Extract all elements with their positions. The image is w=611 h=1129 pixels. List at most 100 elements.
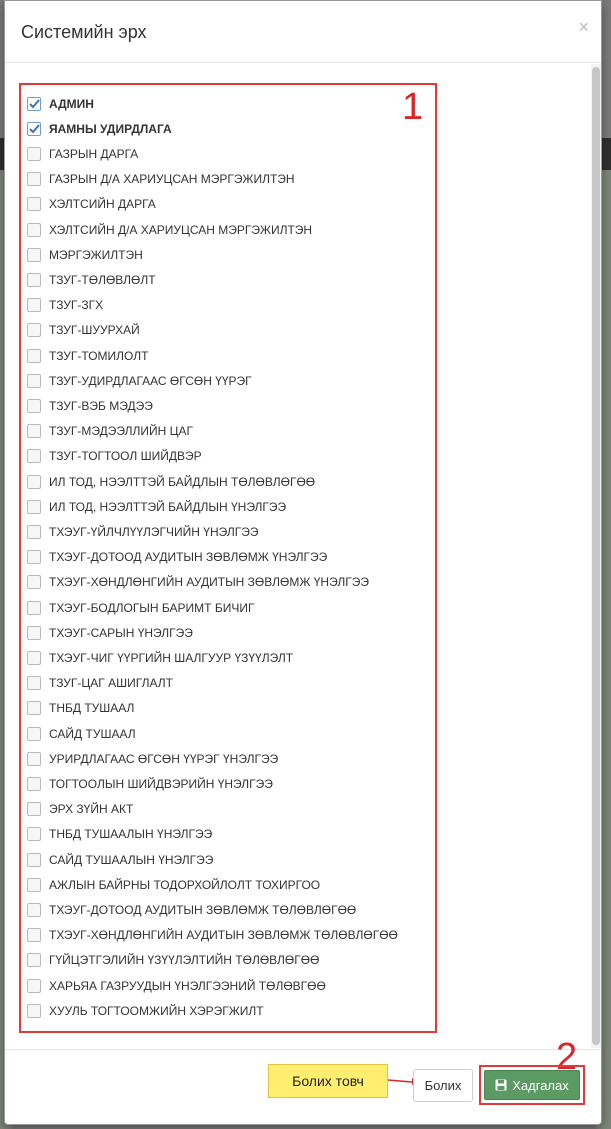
system-rights-modal: Системийн эрх × АДМИН ЯАМНЫ УДИРДЛАГА ГАЗР… [4,0,602,1125]
role-item[interactable]: ТЗУГ-ЦАГ АШИГЛАЛТ [27,671,173,696]
checkbox-unchecked[interactable] [27,676,41,691]
checkbox-unchecked[interactable] [27,978,41,993]
role-label: САЙД ТУШААЛЫН ҮНЭЛГЭЭ [49,852,214,867]
checkbox-unchecked[interactable] [27,197,41,212]
checkbox-unchecked[interactable] [27,1003,41,1018]
checkbox-unchecked[interactable] [27,751,41,766]
role-label: ТЗУГ-ТӨЛӨВЛӨЛТ [49,272,156,287]
checkbox-unchecked[interactable] [27,172,41,187]
role-label: ТХЭУГ-САРЫН ҮНЭЛГЭЭ [49,625,193,640]
role-item[interactable]: ТНБД ТУШААЛ [27,696,134,721]
role-item[interactable]: ТЗУГ-МЭДЭЭЛЛИЙН ЦАГ [27,419,193,444]
checkbox-unchecked[interactable] [27,550,41,565]
checkbox-unchecked[interactable] [27,524,41,539]
checkbox-unchecked[interactable] [27,625,41,640]
role-label: ТЗУГ-ТОМИЛОЛТ [49,348,149,363]
role-label: ТЗУГ-ЗГХ [49,298,104,313]
role-item[interactable]: ТЗУГ-УДИРДЛАГААС ӨГСӨН ҮҮРЭГ [27,368,252,393]
checkbox-unchecked[interactable] [27,701,41,716]
role-item[interactable]: ТХЭУГ-ХӨНДЛӨНГИЙН АУДИТЫН ЗӨВЛӨМЖ ТӨЛӨВЛ… [27,923,398,948]
checkbox-unchecked[interactable] [27,146,41,161]
checkbox-unchecked[interactable] [27,424,41,439]
role-label: ЭРХ ЗҮЙН АКТ [49,802,134,817]
checkbox-checked[interactable] [27,121,41,136]
modal-title: Системийн эрх [21,22,147,42]
role-item[interactable]: САЙД ТУШААЛ [27,721,136,746]
checkbox-unchecked[interactable] [27,449,41,464]
role-item[interactable]: ГАЗРЫН Д/А ХАРИУЦСАН МЭРГЭЖИЛТЭН [27,167,295,192]
role-item[interactable]: ТХЭУГ-ДОТООД АУДИТЫН ЗӨВЛӨМЖ ТӨЛӨВЛӨГӨӨ [27,897,356,922]
cancel-button[interactable]: Болих [413,1069,473,1102]
role-item[interactable]: УРИРДЛАГААС ӨГСӨН ҮҮРЭГ ҮНЭЛГЭЭ [27,746,278,771]
role-label: ТХЭУГ-ҮЙЛЧЛҮҮЛЭГЧИЙН ҮНЭЛГЭЭ [49,524,259,539]
role-label: ЯАМНЫ УДИРДЛАГА [49,121,172,136]
role-item[interactable]: ТЗУГ-ШУУРХАЙ [27,318,140,343]
role-item[interactable]: ТХЭУГ-БОДЛОГЫН БАРИМТ БИЧИГ [27,595,254,620]
checkbox-unchecked[interactable] [27,247,41,262]
role-item[interactable]: ТОГТООЛЫН ШИЙДВЭРИЙН ҮНЭЛГЭЭ [27,771,273,796]
checkbox-unchecked[interactable] [27,726,41,741]
close-icon[interactable]: × [578,17,589,38]
scrollbar-thumb[interactable] [592,67,600,1045]
role-item[interactable]: ЭРХ ЗҮЙН АКТ [27,797,133,822]
role-item[interactable]: ТЗУГ-ЗГХ [27,293,103,318]
role-item[interactable]: ИЛ ТОД, НЭЭЛТТЭЙ БАЙДЛЫН ТӨЛӨВЛӨГӨӨ [27,469,315,494]
checkbox-unchecked[interactable] [27,827,41,842]
checkbox-unchecked[interactable] [27,902,41,917]
save-button[interactable]: Хадгалах [484,1070,580,1100]
checkbox-unchecked[interactable] [27,474,41,489]
role-item[interactable]: ТЗУГ-ТОМИЛОЛТ [27,343,148,368]
role-item[interactable]: ХУУЛЬ ТОГТООМЖИЙН ХЭРЭГЖИЛТ [27,998,264,1023]
role-label: САЙД ТУШААЛ [49,726,136,741]
checkbox-unchecked[interactable] [27,398,41,413]
role-item[interactable]: МЭРГЭЖИЛТЭН [27,242,143,267]
save-button-label: Хадгалах [512,1077,569,1093]
role-item[interactable]: ЯАМНЫ УДИРДЛАГА [27,116,172,141]
role-label: ХУУЛЬ ТОГТООМЖИЙН ХЭРЭГЖИЛТ [49,1003,264,1018]
role-item[interactable]: АЖЛЫН БАЙРНЫ ТОДОРХОЙЛОЛТ ТОХИРГОО [27,872,320,897]
role-item[interactable]: ТНБД ТУШААЛЫН ҮНЭЛГЭЭ [27,822,212,847]
checkbox-unchecked[interactable] [27,272,41,287]
role-label: ТЗУГ-ТОГТООЛ ШИЙДВЭР [49,449,202,464]
annotation-callout: Болих товч [268,1064,388,1098]
checkbox-unchecked[interactable] [27,499,41,514]
role-item[interactable]: ХЭЛТСИЙН ДАРГА [27,192,156,217]
checkbox-unchecked[interactable] [27,928,41,943]
checkbox-unchecked[interactable] [27,600,41,615]
role-item[interactable]: ГҮЙЦЭТГЭЛИЙН ҮЗҮҮЛЭЛТИЙН ТӨЛӨВЛӨГӨӨ [27,948,319,973]
checkbox-unchecked[interactable] [27,575,41,590]
role-item[interactable]: ГАЗРЫН ДАРГА [27,141,138,166]
checkbox-checked[interactable] [27,96,41,111]
role-item[interactable]: АДМИН [27,91,94,116]
role-label: ТЗУГ-ЦАГ АШИГЛАЛТ [49,676,173,691]
role-item[interactable]: ТЗУГ-ТОГТООЛ ШИЙДВЭР [27,444,202,469]
role-item[interactable]: ХЭЛТСИЙН Д/А ХАРИУЦСАН МЭРГЭЖИЛТЭН [27,217,312,242]
checkbox-unchecked[interactable] [27,298,41,313]
role-item[interactable]: ТХЭУГ-ДОТООД АУДИТЫН ЗӨВЛӨМЖ ҮНЭЛГЭЭ [27,545,327,570]
role-item[interactable]: ИЛ ТОД, НЭЭЛТТЭЙ БАЙДЛЫН ҮНЭЛГЭЭ [27,494,286,519]
checkbox-unchecked[interactable] [27,953,41,968]
checkbox-unchecked[interactable] [27,877,41,892]
role-item[interactable]: ТХЭУГ-ҮЙЛЧЛҮҮЛЭГЧИЙН ҮНЭЛГЭЭ [27,519,259,544]
role-item[interactable]: ТХЭУГ-ХӨНДЛӨНГИЙН АУДИТЫН ЗӨВЛӨМЖ ҮНЭЛГЭ… [27,570,369,595]
role-label: ТНБД ТУШААЛЫН ҮНЭЛГЭЭ [49,827,213,842]
role-item[interactable]: САЙД ТУШААЛЫН ҮНЭЛГЭЭ [27,847,213,872]
role-label: ТХЭУГ-БОДЛОГЫН БАРИМТ БИЧИГ [49,600,255,615]
checkbox-unchecked[interactable] [27,222,41,237]
role-label: ГҮЙЦЭТГЭЛИЙН ҮЗҮҮЛЭЛТИЙН ТӨЛӨВЛӨГӨӨ [49,953,320,968]
checkbox-unchecked[interactable] [27,852,41,867]
role-item[interactable]: ХАРЬЯА ГАЗРУУДЫН ҮНЭЛГЭЭНИЙ ТӨЛӨВГӨӨ [27,973,326,998]
role-item[interactable]: ТЗУГ-ТӨЛӨВЛӨЛТ [27,267,156,292]
checkbox-unchecked[interactable] [27,348,41,363]
role-label: ТОГТООЛЫН ШИЙДВЭРИЙН ҮНЭЛГЭЭ [49,776,273,791]
role-item[interactable]: ТХЭУГ-САРЫН ҮНЭЛГЭЭ [27,620,193,645]
checkbox-unchecked[interactable] [27,373,41,388]
checkmark-icon [28,124,40,134]
checkbox-unchecked[interactable] [27,802,41,817]
checkbox-unchecked[interactable] [27,776,41,791]
modal-header: Системийн эрх × [5,1,601,63]
checkbox-unchecked[interactable] [27,323,41,338]
role-item[interactable]: ТЗУГ-ВЭБ МЭДЭЭ [27,393,153,418]
checkbox-unchecked[interactable] [27,650,41,665]
role-item[interactable]: ТХЭУГ-ЧИГ ҮҮРГИЙН ШАЛГУУР ҮЗҮҮЛЭЛТ [27,645,293,670]
